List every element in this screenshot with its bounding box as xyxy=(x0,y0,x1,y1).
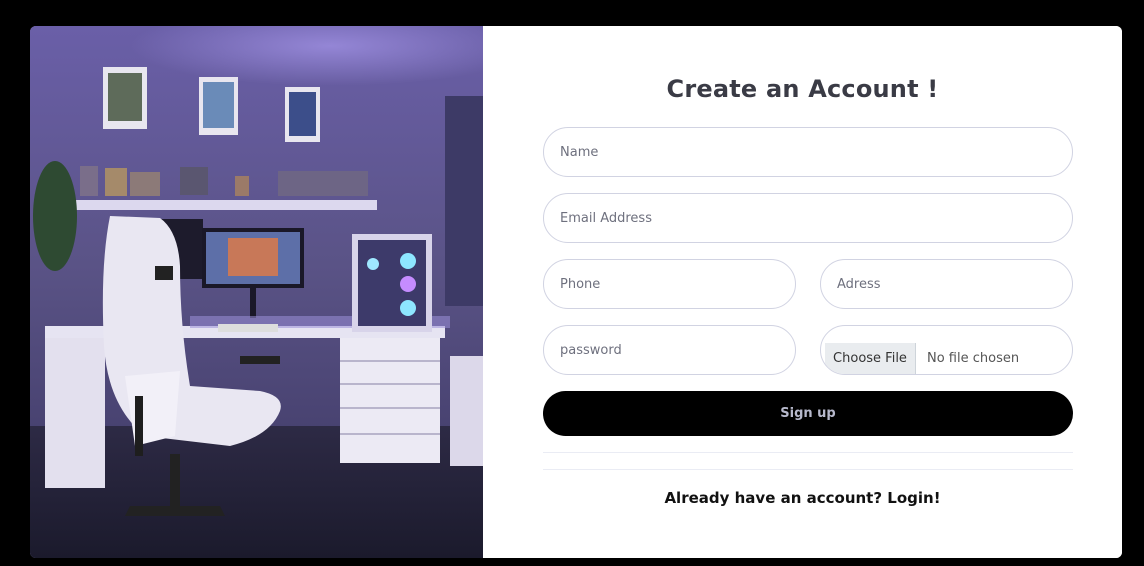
signup-form: Create an Account ! Choose File No file … xyxy=(483,26,1122,558)
email-input[interactable] xyxy=(543,193,1073,243)
signup-card: Create an Account ! Choose File No file … xyxy=(30,26,1122,558)
divider xyxy=(543,469,1073,470)
file-status-text: No file chosen xyxy=(927,351,1020,366)
file-input[interactable]: Choose File No file chosen xyxy=(820,325,1073,375)
name-input[interactable] xyxy=(543,127,1073,177)
gaming-setup-image xyxy=(30,26,483,558)
phone-input[interactable] xyxy=(543,259,796,309)
page-title: Create an Account ! xyxy=(666,75,939,103)
password-input[interactable] xyxy=(543,325,796,375)
login-link[interactable]: Already have an account? Login! xyxy=(483,489,1122,507)
divider xyxy=(543,452,1073,453)
address-input[interactable] xyxy=(820,259,1073,309)
signup-button[interactable]: Sign up xyxy=(543,391,1073,436)
choose-file-button[interactable]: Choose File xyxy=(825,343,916,374)
